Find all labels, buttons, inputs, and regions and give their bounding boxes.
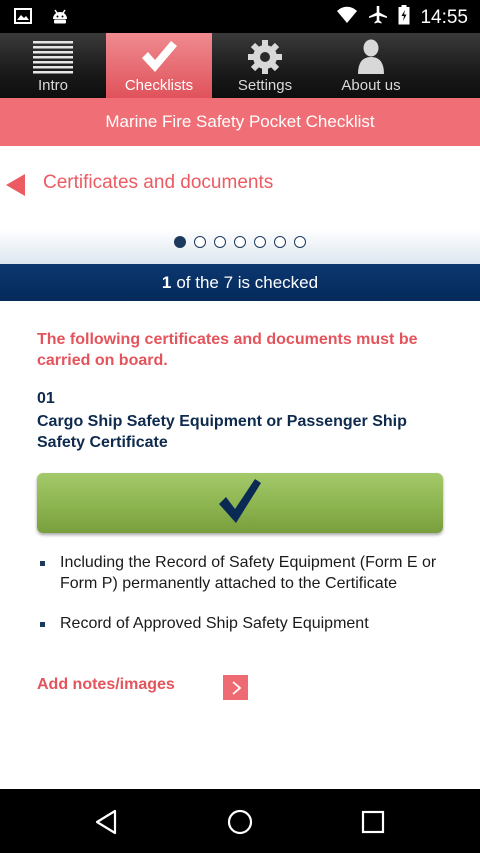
status-bar-left (14, 7, 70, 30)
title-banner: Marine Fire Safety Pocket Checklist (0, 98, 480, 146)
tab-label: About us (341, 77, 401, 94)
system-nav-bar (0, 789, 480, 853)
status-bar: 14:55 (0, 0, 480, 33)
checked-status-bar: 1 of the 7 is checked (0, 264, 480, 301)
recents-icon[interactable] (357, 806, 389, 838)
app-screen: 14:55 Intro Checklists Settings About us… (0, 0, 480, 853)
requirement-list: Including the Record of Safety Equipment… (37, 552, 457, 653)
tab-label: Settings (237, 77, 293, 94)
check-toggle-button[interactable] (37, 473, 443, 533)
tab-about-us[interactable]: About us (318, 33, 424, 98)
check-icon (140, 39, 178, 75)
page-dot[interactable] (234, 236, 246, 248)
battery-icon (398, 5, 410, 30)
item-number: 01 (37, 390, 55, 407)
list-item: Including the Record of Safety Equipment… (37, 552, 457, 594)
tab-label: Checklists (124, 77, 194, 94)
wifi-icon (336, 6, 358, 29)
tab-label: Intro (37, 77, 68, 94)
list-icon (33, 39, 73, 75)
home-icon[interactable] (224, 806, 256, 838)
gear-icon (247, 39, 283, 75)
checkmark-icon (218, 478, 262, 529)
tab-checklists[interactable]: Checklists (106, 33, 212, 98)
page-dot[interactable] (294, 236, 306, 248)
page-indicator (0, 236, 480, 248)
checked-status-text: of the 7 is checked (176, 272, 319, 292)
android-icon (50, 7, 70, 30)
tab-settings[interactable]: Settings (212, 33, 318, 98)
page-dot[interactable] (214, 236, 226, 248)
intro-text: The following certificates and documents… (37, 331, 418, 369)
person-icon (356, 39, 386, 75)
chevron-right-icon[interactable] (223, 675, 248, 700)
page-dot[interactable] (174, 236, 186, 248)
status-bar-time: 14:55 (420, 6, 468, 28)
section-title: Certificates and documents (43, 172, 274, 193)
back-icon[interactable] (91, 806, 123, 838)
status-bar-right: 14:55 (336, 5, 468, 30)
tab-bar: Intro Checklists Settings About us (0, 33, 480, 98)
tab-intro[interactable]: Intro (0, 33, 106, 98)
page-dot[interactable] (194, 236, 206, 248)
airplane-icon (368, 5, 388, 30)
back-arrow-icon[interactable] (6, 174, 25, 196)
checked-count: 1 (161, 272, 172, 292)
app-title: Marine Fire Safety Pocket Checklist (105, 112, 375, 131)
add-notes-link[interactable]: Add notes/images (37, 676, 175, 694)
page-dot[interactable] (274, 236, 286, 248)
item-title: Cargo Ship Safety Equipment or Passenger… (37, 413, 407, 451)
page-dot[interactable] (254, 236, 266, 248)
image-icon (14, 8, 32, 29)
list-item: Record of Approved Ship Safety Equipment (37, 613, 457, 634)
